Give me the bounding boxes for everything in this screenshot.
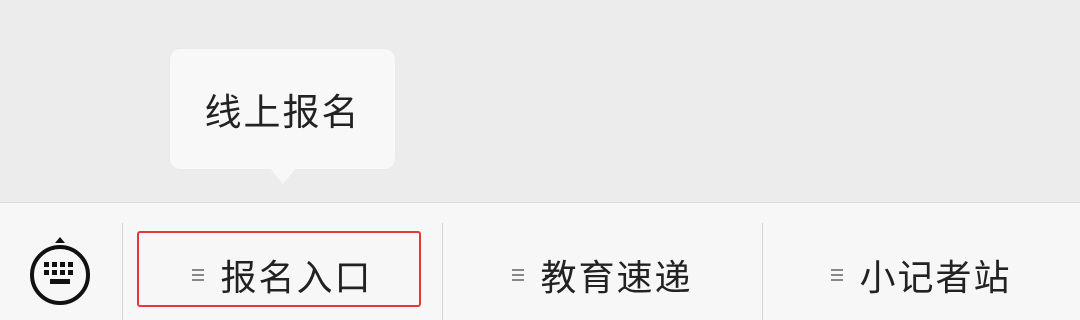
menu-button-education-news[interactable]: 教育速递 (443, 203, 762, 320)
submenu-item-label: 线上报名 (204, 91, 361, 134)
menu-button-label: 小记者站 (859, 258, 1012, 299)
custom-menu-bar: 报名入口 教育速递 小记者站 (0, 202, 1080, 320)
menu-list-icon (192, 269, 205, 281)
submenu-popup: 线上报名 (170, 49, 395, 169)
submenu-item-online-signup[interactable]: 线上报名 (170, 49, 395, 169)
menu-list-icon (512, 269, 525, 281)
submenu-pointer (270, 168, 296, 184)
menu-list-icon (831, 269, 844, 281)
wechat-menu-screen: 线上报名 报名入口 教育速递 小记者站 (0, 0, 1080, 320)
menu-button-label: 报名入口 (220, 258, 373, 299)
keyboard-toggle-button[interactable] (0, 203, 122, 320)
menu-button-label: 教育速递 (540, 258, 693, 299)
menu-button-signup-entry[interactable]: 报名入口 (123, 203, 442, 320)
menu-button-reporter-station[interactable]: 小记者站 (763, 203, 1080, 320)
keyboard-icon (30, 237, 90, 305)
